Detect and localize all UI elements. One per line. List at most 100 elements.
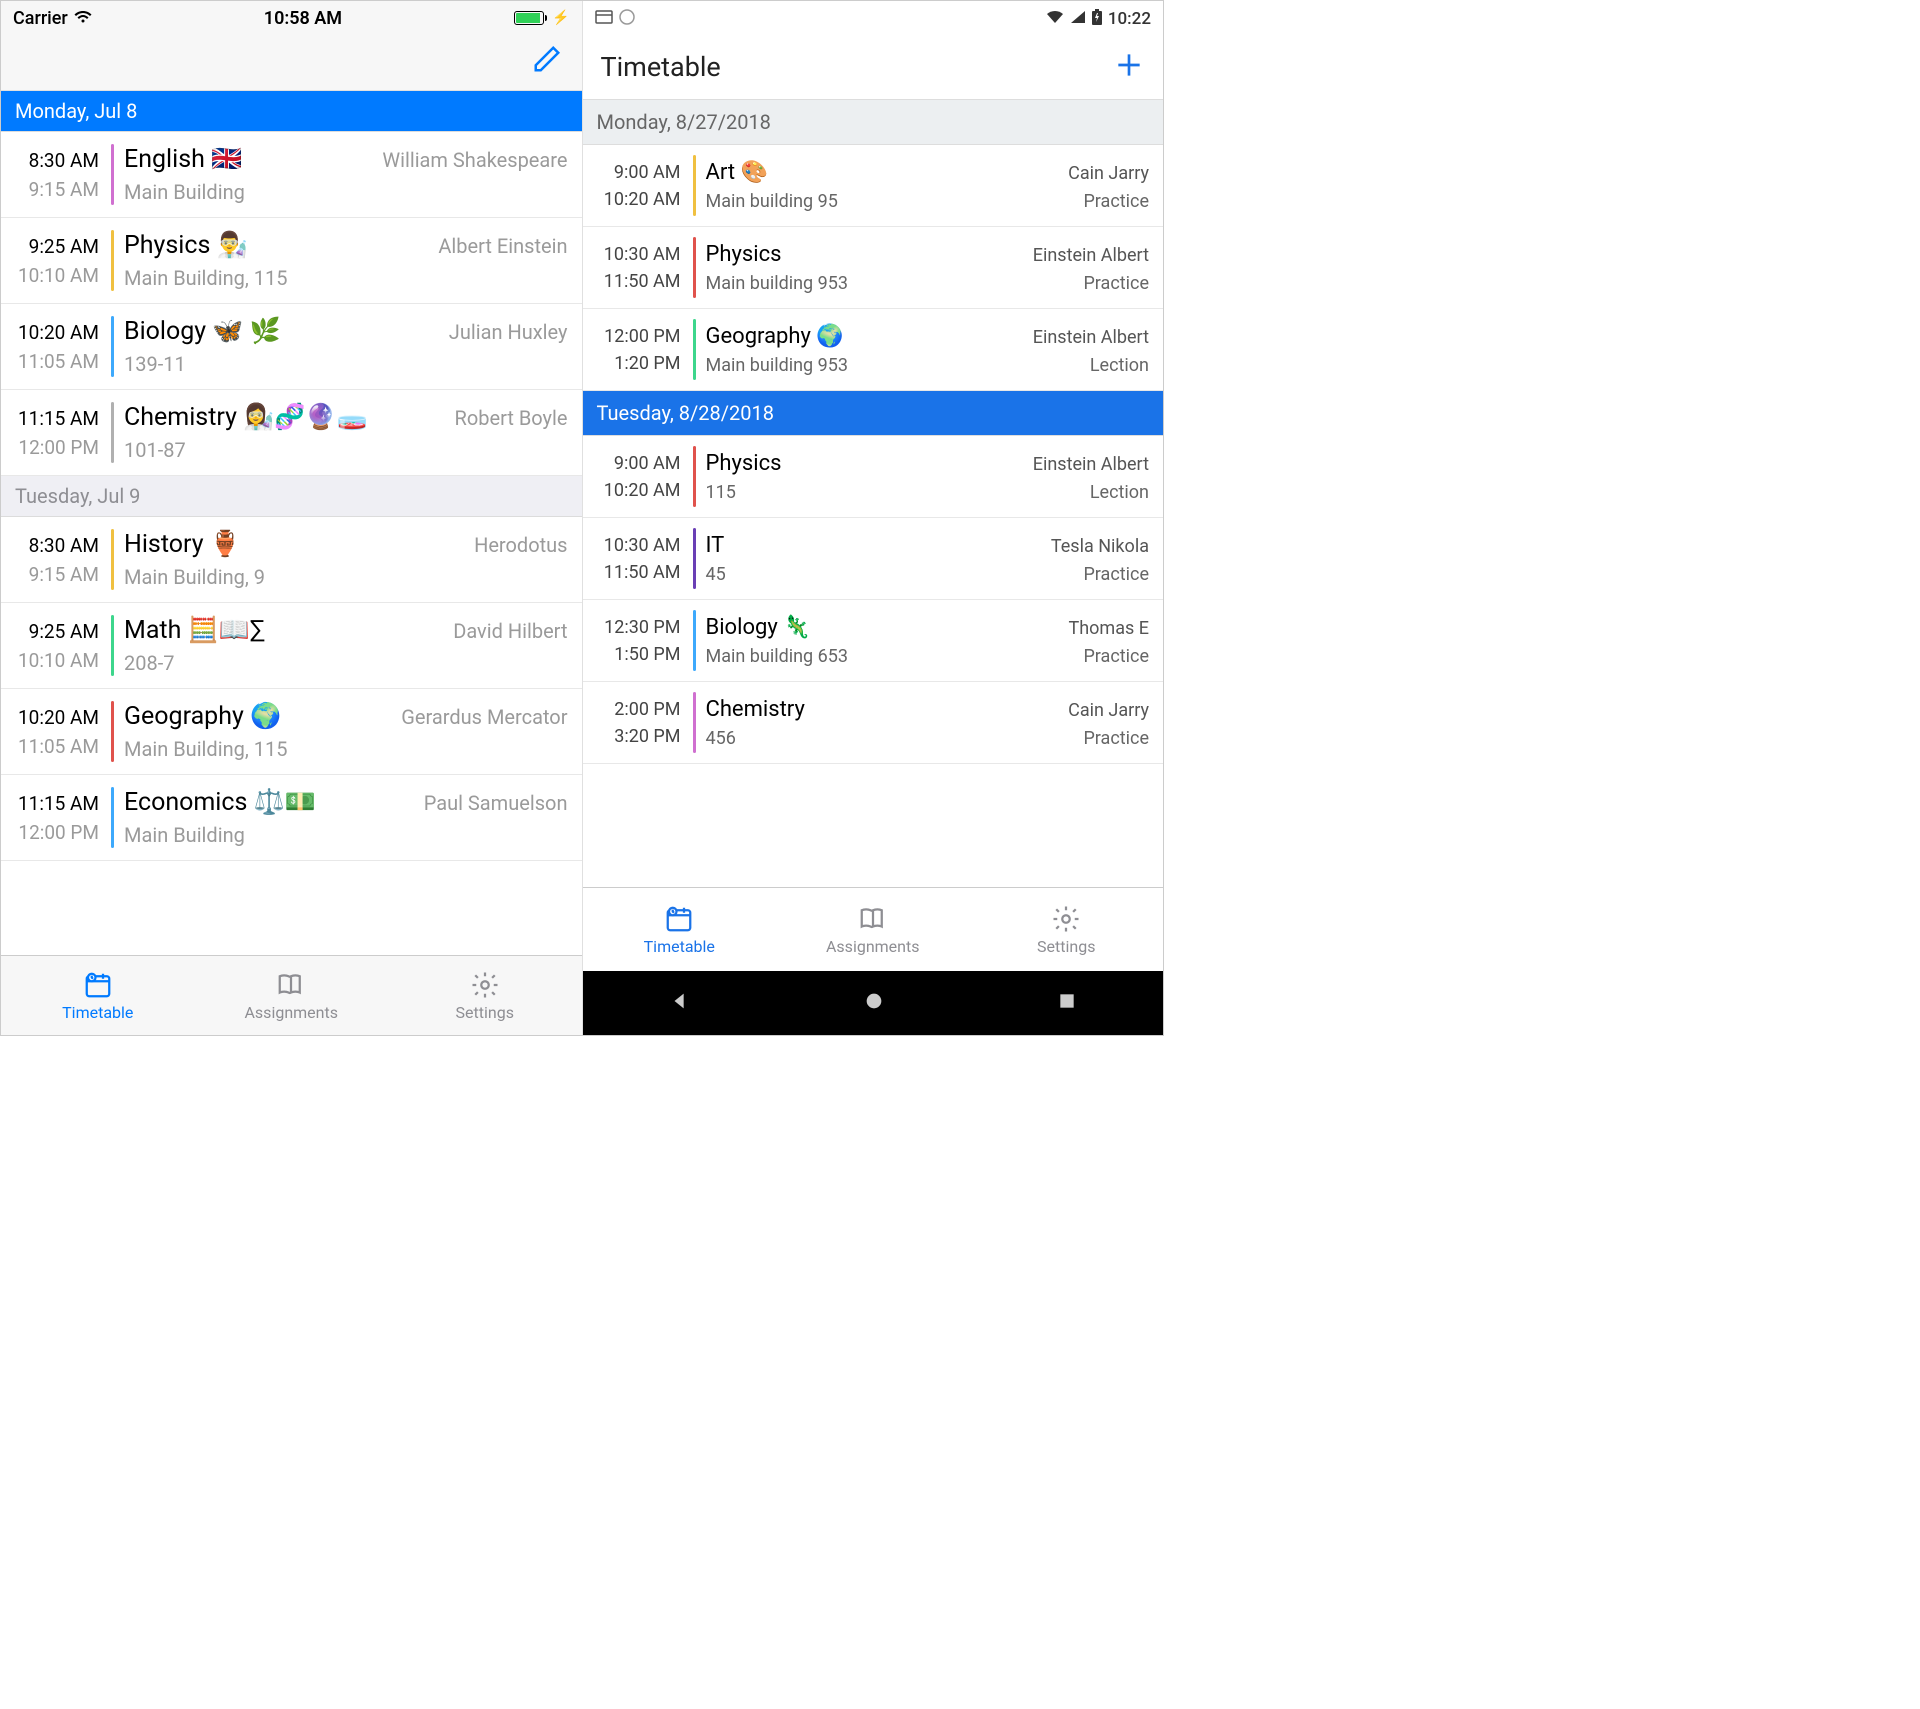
subject-color-bar [111,402,114,463]
timetable-row[interactable]: 10:20 AM 11:05 AM Biology 🦋 🌿 Julian Hux… [1,304,582,390]
time-column: 2:00 PM 3:20 PM [591,690,687,755]
subject-name: Physics 👨‍🔬 [124,231,248,260]
timetable-row[interactable]: 11:15 AM 12:00 PM Economics ⚖️💵 Paul Sam… [1,775,582,861]
wifi-icon [74,8,92,29]
subject-color-bar [693,692,696,753]
subject-name: Chemistry [706,697,805,722]
time-column: 8:30 AM 9:15 AM [9,142,105,207]
time-start: 11:15 AM [18,792,99,815]
time-column: 10:30 AM 11:50 AM [591,526,687,591]
timetable-row[interactable]: 9:00 AM 10:20 AM Physics Einstein Albert… [583,436,1164,518]
timetable-row[interactable]: 8:30 AM 9:15 AM History 🏺 Herodotus Main… [1,517,582,603]
time-start: 2:00 PM [614,699,680,720]
time-start: 10:30 AM [604,244,681,265]
android-timetable-list[interactable]: Monday, 8/27/2018 9:00 AM 10:20 AM Art 🎨… [583,100,1164,887]
time-start: 10:30 AM [604,535,681,556]
nav-home[interactable] [863,990,885,1016]
notification-icon [595,8,613,31]
section-header: Monday, 8/27/2018 [583,100,1164,145]
signal-icon [1070,9,1086,29]
time-start: 10:20 AM [18,321,99,344]
row-main: Geography 🌍 Einstein Albert Main buildin… [706,317,1150,382]
row-main: Biology 🦋 🌿 Julian Huxley 139-11 [124,314,568,379]
timetable-row[interactable]: 12:00 PM 1:20 PM Geography 🌍 Einstein Al… [583,309,1164,391]
section-header: Tuesday, Jul 9 [1,476,582,517]
timetable-row[interactable]: 10:30 AM 11:50 AM IT Tesla Nikola 45 Pra… [583,518,1164,600]
timetable-row[interactable]: 8:30 AM 9:15 AM English 🇬🇧 William Shake… [1,132,582,218]
teacher-name: Cain Jarry [1068,163,1149,184]
timetable-row[interactable]: 10:20 AM 11:05 AM Geography 🌍 Gerardus M… [1,689,582,775]
teacher-name: Robert Boyle [455,406,568,430]
edit-icon[interactable] [532,44,562,78]
timetable-row[interactable]: 12:30 PM 1:50 PM Biology 🦎 Thomas E Main… [583,600,1164,682]
teacher-name: Herodotus [474,533,567,557]
subject-name: Geography 🌍 [706,324,844,349]
tab-label: Settings [1037,937,1095,956]
time-column: 11:15 AM 12:00 PM [9,400,105,465]
section-header: Monday, Jul 8 [1,91,582,132]
ios-timetable-list[interactable]: Monday, Jul 8 8:30 AM 9:15 AM English 🇬🇧… [1,91,582,955]
time-column: 9:00 AM 10:20 AM [591,444,687,509]
tab-settings[interactable]: Settings [970,888,1164,971]
teacher-name: Julian Huxley [449,320,568,344]
time-end: 11:05 AM [18,735,99,758]
timetable-row[interactable]: 10:30 AM 11:50 AM Physics Einstein Alber… [583,227,1164,309]
time-column: 9:00 AM 10:20 AM [591,153,687,218]
session-type: Practice [1083,728,1149,749]
time-end: 10:20 AM [604,480,681,501]
location-label: Main Building [124,180,245,204]
time-end: 9:15 AM [29,563,99,586]
nav-recent[interactable] [1057,991,1077,1015]
row-main: Chemistry Cain Jarry 456 Practice [706,690,1150,755]
time-end: 10:20 AM [604,189,681,210]
android-tabbar: Timetable Assignments Settings [583,887,1164,971]
subject-color-bar [693,610,696,671]
nav-back[interactable] [669,990,691,1016]
time-start: 9:00 AM [614,453,681,474]
tab-assignments[interactable]: Assignments [195,956,389,1035]
subject-color-bar [111,701,114,762]
subject-color-bar [111,316,114,377]
row-main: Chemistry 👩‍🔬🧬🔮🧫 Robert Boyle 101-87 [124,400,568,465]
section-header: Tuesday, 8/28/2018 [583,391,1164,436]
charging-icon: ⚡ [552,10,569,26]
teacher-name: Cain Jarry [1068,700,1149,721]
time-end: 11:50 AM [604,271,681,292]
timetable-row[interactable]: 2:00 PM 3:20 PM Chemistry Cain Jarry 456… [583,682,1164,764]
time-column: 10:20 AM 11:05 AM [9,699,105,764]
android-navbar [583,971,1164,1035]
time-start: 10:20 AM [18,706,99,729]
tab-label: Timetable [62,1003,133,1022]
teacher-name: Gerardus Mercator [401,705,567,729]
time-start: 9:25 AM [29,235,99,258]
tab-assignments[interactable]: Assignments [776,888,970,971]
timetable-row[interactable]: 11:15 AM 12:00 PM Chemistry 👩‍🔬🧬🔮🧫 Rober… [1,390,582,476]
tab-timetable[interactable]: Timetable [1,956,195,1035]
subject-name: History 🏺 [124,530,241,559]
session-type: Practice [1083,646,1149,667]
subject-color-bar [693,446,696,507]
tab-timetable[interactable]: Timetable [583,888,777,971]
subject-name: Art 🎨 [706,160,768,185]
timetable-row[interactable]: 9:25 AM 10:10 AM Physics 👨‍🔬 Albert Eins… [1,218,582,304]
teacher-name: David Hilbert [453,619,567,643]
row-main: History 🏺 Herodotus Main Building, 9 [124,527,568,592]
tab-label: Settings [456,1003,514,1022]
time-end: 3:20 PM [614,726,680,747]
tab-settings[interactable]: Settings [388,956,582,1035]
timetable-row[interactable]: 9:25 AM 10:10 AM Math 🧮📖∑ David Hilbert … [1,603,582,689]
location-label: Main building 953 [706,355,848,376]
timetable-row[interactable]: 9:00 AM 10:20 AM Art 🎨 Cain Jarry Main b… [583,145,1164,227]
teacher-name: William Shakespeare [382,148,567,172]
subject-color-bar [693,319,696,380]
location-label: Main Building, 115 [124,266,287,290]
subject-color-bar [111,230,114,291]
time-start: 8:30 AM [29,534,99,557]
time-column: 11:15 AM 12:00 PM [9,785,105,850]
row-main: Biology 🦎 Thomas E Main building 653 Pra… [706,608,1150,673]
add-icon[interactable] [1113,49,1145,85]
battery-icon [514,11,544,25]
time-end: 10:10 AM [18,264,99,287]
time-column: 8:30 AM 9:15 AM [9,527,105,592]
time-end: 9:15 AM [29,178,99,201]
